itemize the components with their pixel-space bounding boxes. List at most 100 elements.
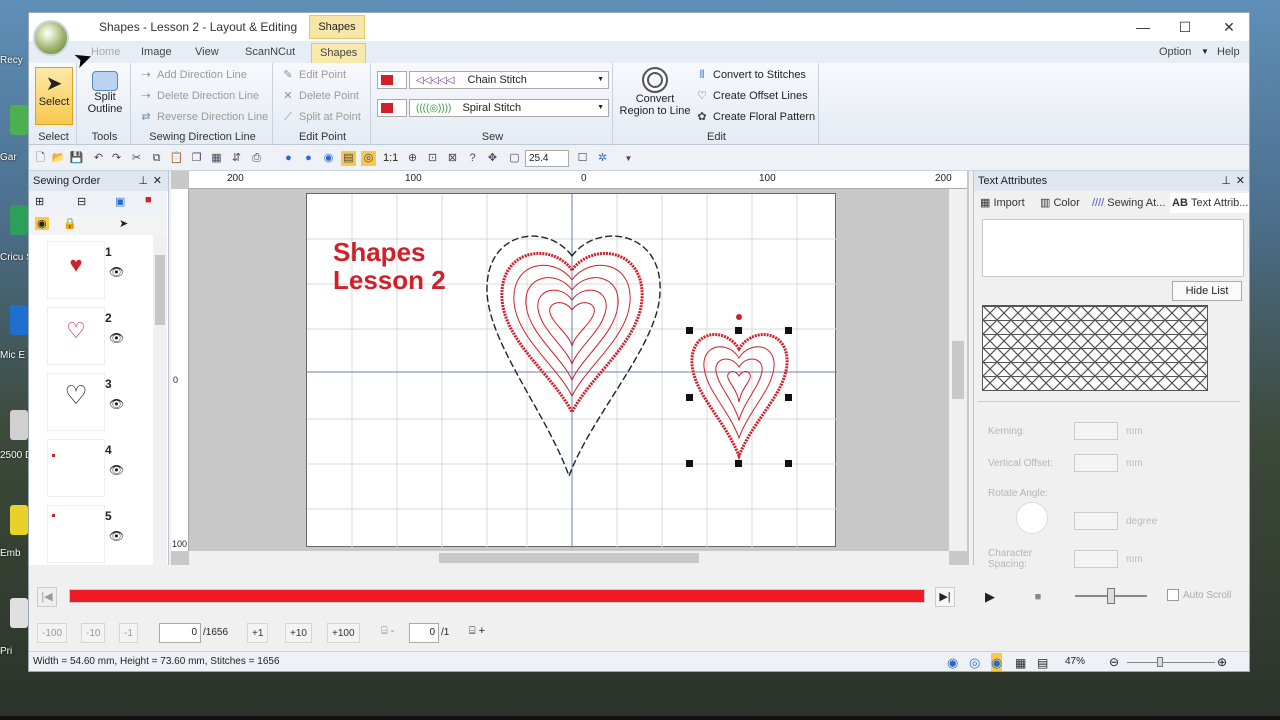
- view-page-icon[interactable]: ▤: [1037, 653, 1048, 671]
- vertical-offset-input[interactable]: [1074, 454, 1118, 472]
- zoom-out-icon[interactable]: ⊖: [1109, 652, 1119, 671]
- design-text[interactable]: Shapes Lesson 2: [333, 238, 446, 294]
- zoom-fit-icon[interactable]: ⊡: [425, 151, 440, 166]
- slider-thumb[interactable]: [1107, 588, 1115, 604]
- create-floral-pattern-button[interactable]: ✿ Create Floral Pattern: [695, 107, 815, 127]
- frame-icon[interactable]: ☐: [575, 151, 590, 166]
- reverse-direction-line-button[interactable]: ⇄ Reverse Direction Line: [139, 107, 268, 127]
- sphere-alt-icon[interactable]: ●: [301, 151, 316, 166]
- close-icon[interactable]: ✕: [1236, 171, 1245, 191]
- create-offset-lines-button[interactable]: ♡ Create Offset Lines: [695, 86, 808, 106]
- color-forward-icon[interactable]: ⌸ +: [469, 625, 485, 638]
- forward-100-button[interactable]: +100: [327, 623, 360, 643]
- line-stitch-dropdown[interactable]: ◁◁◁◁◁ Chain Stitch ▼: [409, 71, 609, 89]
- forward-10-button[interactable]: +10: [285, 623, 312, 643]
- slider-thumb[interactable]: [1157, 657, 1163, 667]
- grid-icon[interactable]: ▢: [507, 151, 522, 166]
- desktop-icon-label[interactable]: Emb: [0, 548, 30, 559]
- globe-icon[interactable]: ◉: [321, 151, 336, 166]
- character-grid[interactable]: [982, 305, 1208, 391]
- print-icon[interactable]: ⎙: [249, 151, 264, 166]
- cut-icon[interactable]: ✂: [129, 151, 144, 166]
- tab-text-attributes[interactable]: AB Text Attrib...: [1170, 193, 1249, 213]
- close-button[interactable]: ✕: [1209, 17, 1249, 37]
- line-color-picker[interactable]: [377, 71, 407, 89]
- split-at-point-button[interactable]: ⟋ Split at Point: [281, 107, 361, 127]
- redo-icon[interactable]: ↷: [109, 151, 124, 166]
- page-index-input[interactable]: 0: [409, 623, 439, 643]
- desktop-icon-label[interactable]: Mic E: [0, 350, 30, 361]
- sort-icon[interactable]: ⊞: [35, 195, 44, 208]
- split-outline-button[interactable]: Split Outline: [83, 67, 127, 125]
- add-direction-line-button[interactable]: ⇢ Add Direction Line: [139, 65, 247, 85]
- image-icon[interactable]: ▦: [209, 151, 224, 166]
- back-1-button[interactable]: -1: [119, 623, 138, 643]
- desktop-app-icon[interactable]: [10, 598, 28, 628]
- zoom-slider[interactable]: [1127, 657, 1215, 667]
- skip-start-button[interactable]: |◀: [37, 587, 57, 607]
- desktop-app-icon[interactable]: [10, 410, 28, 440]
- zoom-in-icon[interactable]: ⊕: [405, 151, 420, 166]
- convert-region-to-line-button[interactable]: Convert Region to Line: [619, 65, 691, 127]
- eye-icon[interactable]: 👁: [109, 331, 124, 345]
- tab-import[interactable]: ▦ Import: [980, 193, 1025, 213]
- canvas-area[interactable]: 200 100 0 100 200 0 100 Shapes Lesson 2: [171, 171, 969, 565]
- option-arrow-icon[interactable]: ▼: [1201, 47, 1209, 56]
- region-stitch-dropdown[interactable]: ((((◎)))) Spiral Stitch ▼: [409, 99, 609, 117]
- view-design-icon[interactable]: ▦: [1015, 653, 1026, 671]
- sphere-icon[interactable]: ●: [281, 151, 296, 166]
- desktop-icon-label[interactable]: Gar: [0, 152, 30, 163]
- delete-direction-line-button[interactable]: ⇢ Delete Direction Line: [139, 86, 259, 106]
- tab-scanncut[interactable]: ScanNCut: [237, 43, 303, 63]
- thread-color-icon[interactable]: ■: [145, 194, 152, 206]
- eye-icon[interactable]: 👁: [109, 463, 124, 477]
- eye-icon[interactable]: 👁: [109, 529, 124, 543]
- pin-icon[interactable]: ⊥: [1221, 171, 1231, 191]
- pointer-icon[interactable]: ➤: [119, 217, 128, 230]
- zoom-in-icon[interactable]: ⊕: [1217, 652, 1227, 671]
- scroll-thumb[interactable]: [952, 341, 964, 399]
- help-menu[interactable]: Help: [1209, 43, 1248, 63]
- desktop-app-icon[interactable]: [10, 305, 28, 335]
- tab-sewing-attributes[interactable]: //// Sewing At...: [1092, 193, 1165, 213]
- rotate-angle-input[interactable]: [1074, 512, 1118, 530]
- kerning-input[interactable]: [1074, 422, 1118, 440]
- pan-icon[interactable]: ✥: [485, 151, 500, 166]
- convert-to-stitches-button[interactable]: ⫴ Convert to Stitches: [695, 65, 806, 85]
- open-folder-icon[interactable]: 📂: [51, 151, 66, 166]
- sewing-order-scrollbar[interactable]: [153, 235, 167, 565]
- sewing-order-item[interactable]: ♥: [47, 241, 105, 299]
- select-button[interactable]: ➤ Select: [35, 67, 73, 125]
- skip-end-button[interactable]: ▶|: [935, 587, 955, 607]
- app-menu-orb[interactable]: [33, 20, 69, 56]
- desktop-icon-label[interactable]: Cricu S: [0, 252, 30, 263]
- delete-point-button[interactable]: ✕ Delete Point: [281, 86, 359, 106]
- effects-icon[interactable]: ✲: [595, 151, 610, 166]
- rotate-dial-icon[interactable]: [1016, 502, 1048, 534]
- save-icon[interactable]: 💾: [69, 151, 84, 166]
- paste-icon[interactable]: 📋: [169, 151, 184, 166]
- stitch-index-input[interactable]: 0: [159, 623, 201, 643]
- pin-icon[interactable]: ⊥: [138, 171, 148, 191]
- stop-button[interactable]: ■: [1027, 587, 1049, 607]
- attributes-scrollbar[interactable]: [1234, 411, 1248, 561]
- region-color-picker[interactable]: [377, 99, 407, 117]
- sewing-order-item[interactable]: [47, 505, 105, 563]
- tab-view[interactable]: View: [187, 43, 227, 63]
- sewing-order-item[interactable]: [47, 439, 105, 497]
- desktop-app-icon[interactable]: [10, 105, 28, 135]
- undo-icon[interactable]: ↶: [91, 151, 106, 166]
- transfer-icon[interactable]: ⇵: [229, 151, 244, 166]
- maximize-button[interactable]: ☐: [1165, 17, 1205, 37]
- duplicate-icon[interactable]: ❐: [189, 151, 204, 166]
- canvas-hscroll[interactable]: [189, 551, 949, 565]
- eye-icon[interactable]: 👁: [109, 397, 124, 411]
- option-menu[interactable]: Option: [1151, 43, 1199, 63]
- stitch-progress-track[interactable]: [69, 589, 925, 603]
- highlight-tool-icon[interactable]: ▤: [341, 151, 356, 166]
- copy-icon[interactable]: ⧉: [149, 151, 164, 166]
- desktop-icon-label[interactable]: Recy: [0, 55, 30, 66]
- new-file-icon[interactable]: 🗋: [33, 151, 48, 166]
- view-3d-icon[interactable]: ◉: [947, 653, 958, 671]
- desktop-icon-label[interactable]: 2500 De: [0, 450, 30, 461]
